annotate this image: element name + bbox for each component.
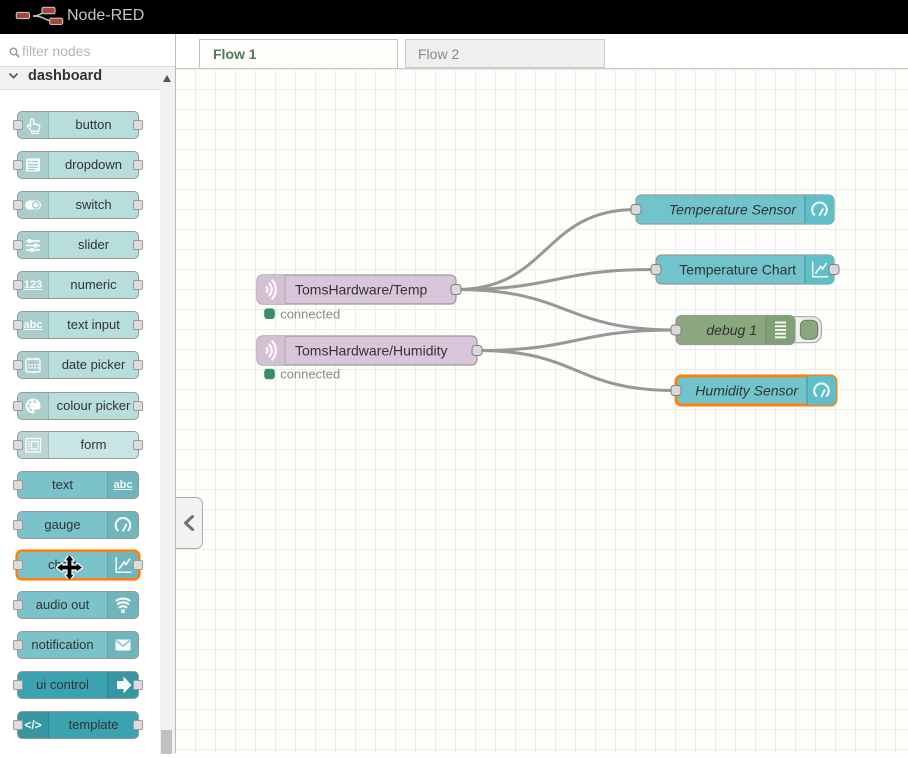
svg-text:connected: connected: [280, 367, 340, 382]
svg-text:debug 1: debug 1: [706, 322, 757, 338]
svg-text:connected: connected: [280, 306, 340, 321]
svg-text:Temperature Chart: Temperature Chart: [679, 262, 796, 278]
svg-text:Humidity Sensor: Humidity Sensor: [695, 383, 799, 399]
svg-text:TomsHardware/Temp: TomsHardware/Temp: [295, 282, 427, 298]
svg-text:TomsHardware/Humidity: TomsHardware/Humidity: [295, 343, 447, 359]
svg-text:Temperature Sensor: Temperature Sensor: [669, 202, 797, 218]
